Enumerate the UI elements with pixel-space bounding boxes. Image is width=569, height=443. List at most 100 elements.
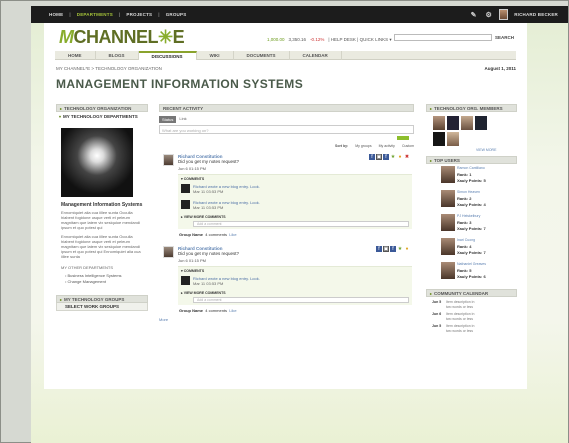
sidebar-section-my-groups[interactable]: ▸ MY TECHNOLOGY GROUPS <box>56 295 148 303</box>
tab-blogs[interactable]: BLOGS <box>96 51 139 60</box>
filter-custom[interactable]: Custom <box>402 144 414 148</box>
select-work-groups[interactable]: SELECT WORK GROUPS <box>56 303 148 311</box>
event-text: Item description in two words or less <box>446 300 475 309</box>
filter-my-groups[interactable]: My groups <box>355 144 371 148</box>
user-name[interactable]: Inari Cuong <box>457 238 475 242</box>
stock-value: 3,350.16 <box>288 37 307 42</box>
user-avatar[interactable] <box>441 262 455 279</box>
commenter-avatar[interactable] <box>181 276 190 285</box>
comment-item: Richard wrote a new blog entry. Look. Ma… <box>181 200 409 213</box>
other-departments-list: Business Intelligence Systems Change Man… <box>65 273 148 285</box>
channel-e-logo[interactable]: MCHANNEL✳E <box>59 27 185 48</box>
user-avatar[interactable] <box>441 166 455 183</box>
view-more-comments[interactable]: ▸ VIEW MORE COMMENTS <box>181 291 409 295</box>
user-name[interactable]: Ramon Cantiliano <box>457 166 485 170</box>
user-name[interactable]: Simon Heaven <box>457 190 480 194</box>
search-input[interactable] <box>394 34 492 41</box>
add-comment-input[interactable]: Add a comment <box>193 297 409 303</box>
arrow-right-icon: ▸ <box>60 105 63 111</box>
view-more-members[interactable]: VIEW MORE <box>476 148 517 152</box>
member-avatar[interactable] <box>475 116 487 130</box>
author-avatar[interactable] <box>163 154 174 166</box>
sidebar-section-technology-organization[interactable]: ▸ TECHNOLOGY ORGANIZATION <box>56 104 148 112</box>
user-points: Xauly Points: 4 <box>457 202 486 207</box>
view-more-comments[interactable]: ▸ VIEW MORE COMMENTS <box>181 215 409 219</box>
arrow-down-icon: ▾ <box>59 113 62 119</box>
user-name[interactable]: RICHARD BECKER <box>514 12 558 17</box>
tab-wiki[interactable]: WIKI <box>197 51 234 60</box>
top-nav-projects[interactable]: PROJECTS <box>126 12 152 17</box>
comment-count[interactable]: 4 comments <box>205 232 227 237</box>
sidebar-section-my-departments[interactable]: ▾ MY TECHNOLOGY DEPARTMENTS <box>56 112 148 120</box>
event-date: Jun 6 <box>432 312 442 316</box>
search-button[interactable]: SEARCH <box>495 35 514 40</box>
stock-ticker: 1,000.00 3,350.16 -0.12% | HELP DESK | Q… <box>267 37 392 43</box>
tab-discussions[interactable]: DISCUSSIONS <box>138 51 197 60</box>
like-link[interactable]: Like <box>229 308 236 313</box>
status-input[interactable]: What are you working on? <box>159 125 414 134</box>
group-name-label[interactable]: Group Name <box>179 308 203 313</box>
commenter-avatar[interactable] <box>181 200 190 209</box>
top-user: PJ Helskelbury Rank: 3 Xauly Points: 7 <box>426 214 517 236</box>
arrow-right-icon: ▸ <box>430 157 433 163</box>
user-name[interactable]: Nathaniel Greaves <box>457 262 486 266</box>
facebook-icon[interactable]: f <box>383 154 389 160</box>
filter-label: Sort by: <box>335 144 349 148</box>
author-avatar[interactable] <box>163 246 174 258</box>
member-avatar[interactable] <box>447 116 459 130</box>
tab-home[interactable]: HOME <box>55 51 96 60</box>
member-avatar[interactable] <box>447 132 459 146</box>
add-comment-input[interactable]: Add a comment <box>193 221 409 227</box>
event-text: Item description in two words or less <box>446 324 475 333</box>
calendar-event[interactable]: Jun 6 Item description in two words or l… <box>432 312 517 321</box>
facebook-icon[interactable]: f <box>369 154 375 160</box>
user-avatar[interactable] <box>441 238 455 255</box>
share-tab-link[interactable]: Link <box>179 116 186 123</box>
like-link[interactable]: Like <box>229 232 236 237</box>
post-meta: Group Name 4 comments Like <box>178 308 412 313</box>
star-icon[interactable]: ★ <box>397 246 403 252</box>
member-avatar[interactable] <box>461 116 473 130</box>
share-icon[interactable]: ▣ <box>383 246 389 252</box>
share-icon[interactable]: ▣ <box>376 154 382 160</box>
calendar-event[interactable]: Jun 5 Item description in two words or l… <box>432 324 517 333</box>
top-nav-groups[interactable]: GROUPS <box>166 12 187 17</box>
commenter-avatar[interactable] <box>181 184 190 193</box>
calendar-event[interactable]: Jun 5 Item description in two words or l… <box>432 300 517 309</box>
star-icon[interactable]: ★ <box>390 154 396 160</box>
activity-filter: Sort by: My groups My activity Custom <box>159 144 414 148</box>
flag-icon[interactable]: ● <box>404 246 410 252</box>
comment-count[interactable]: 4 comments <box>205 308 227 313</box>
filter-my-activity[interactable]: My activity <box>379 144 395 148</box>
more-activity-link[interactable]: More <box>159 317 414 322</box>
other-department-item[interactable]: Change Management <box>65 279 148 285</box>
member-avatar[interactable] <box>433 132 445 146</box>
share-button[interactable] <box>397 136 409 140</box>
user-avatar[interactable] <box>499 9 509 20</box>
page-title: MANAGEMENT INFORMATION SYSTEMS <box>56 77 304 91</box>
top-nav-home[interactable]: HOME <box>49 12 63 17</box>
gear-icon[interactable]: ⚙ <box>484 10 493 19</box>
user-avatar[interactable] <box>441 214 455 231</box>
tab-documents[interactable]: DOCUMENTS <box>234 51 290 60</box>
pencil-icon[interactable]: ✎ <box>469 10 478 19</box>
breadcrumb[interactable]: MY CHANNEL*E > TECHNOLOGY ORGANIZATION <box>56 66 162 71</box>
member-avatar[interactable] <box>433 116 445 130</box>
top-nav-departments[interactable]: DEPARTMENTS <box>77 12 113 17</box>
arrow-right-icon: ▸ <box>430 105 433 111</box>
share-tab-status[interactable]: Status <box>159 116 177 123</box>
user-avatar[interactable] <box>441 190 455 207</box>
comment-time: Mar 11 03:53 PM <box>193 281 224 286</box>
department-photo <box>61 128 133 197</box>
facebook-icon[interactable]: f <box>376 246 382 252</box>
user-name[interactable]: PJ Helskelbury <box>457 214 480 218</box>
tab-calendar[interactable]: CALENDAR <box>290 51 342 60</box>
close-icon[interactable]: ✖ <box>404 154 410 160</box>
event-text: Item description in two words or less <box>446 312 475 321</box>
department-description: Ennomiquiet alia cua iillee sunta Occull… <box>61 210 140 230</box>
header-links[interactable]: | HELP DESK | QUICK LINKS ▾ <box>328 37 391 43</box>
flag-icon[interactable]: ● <box>397 154 403 160</box>
group-name-label[interactable]: Group Name <box>179 232 203 237</box>
facebook-icon[interactable]: f <box>390 246 396 252</box>
user-rank: Rank: 3 <box>457 220 472 225</box>
